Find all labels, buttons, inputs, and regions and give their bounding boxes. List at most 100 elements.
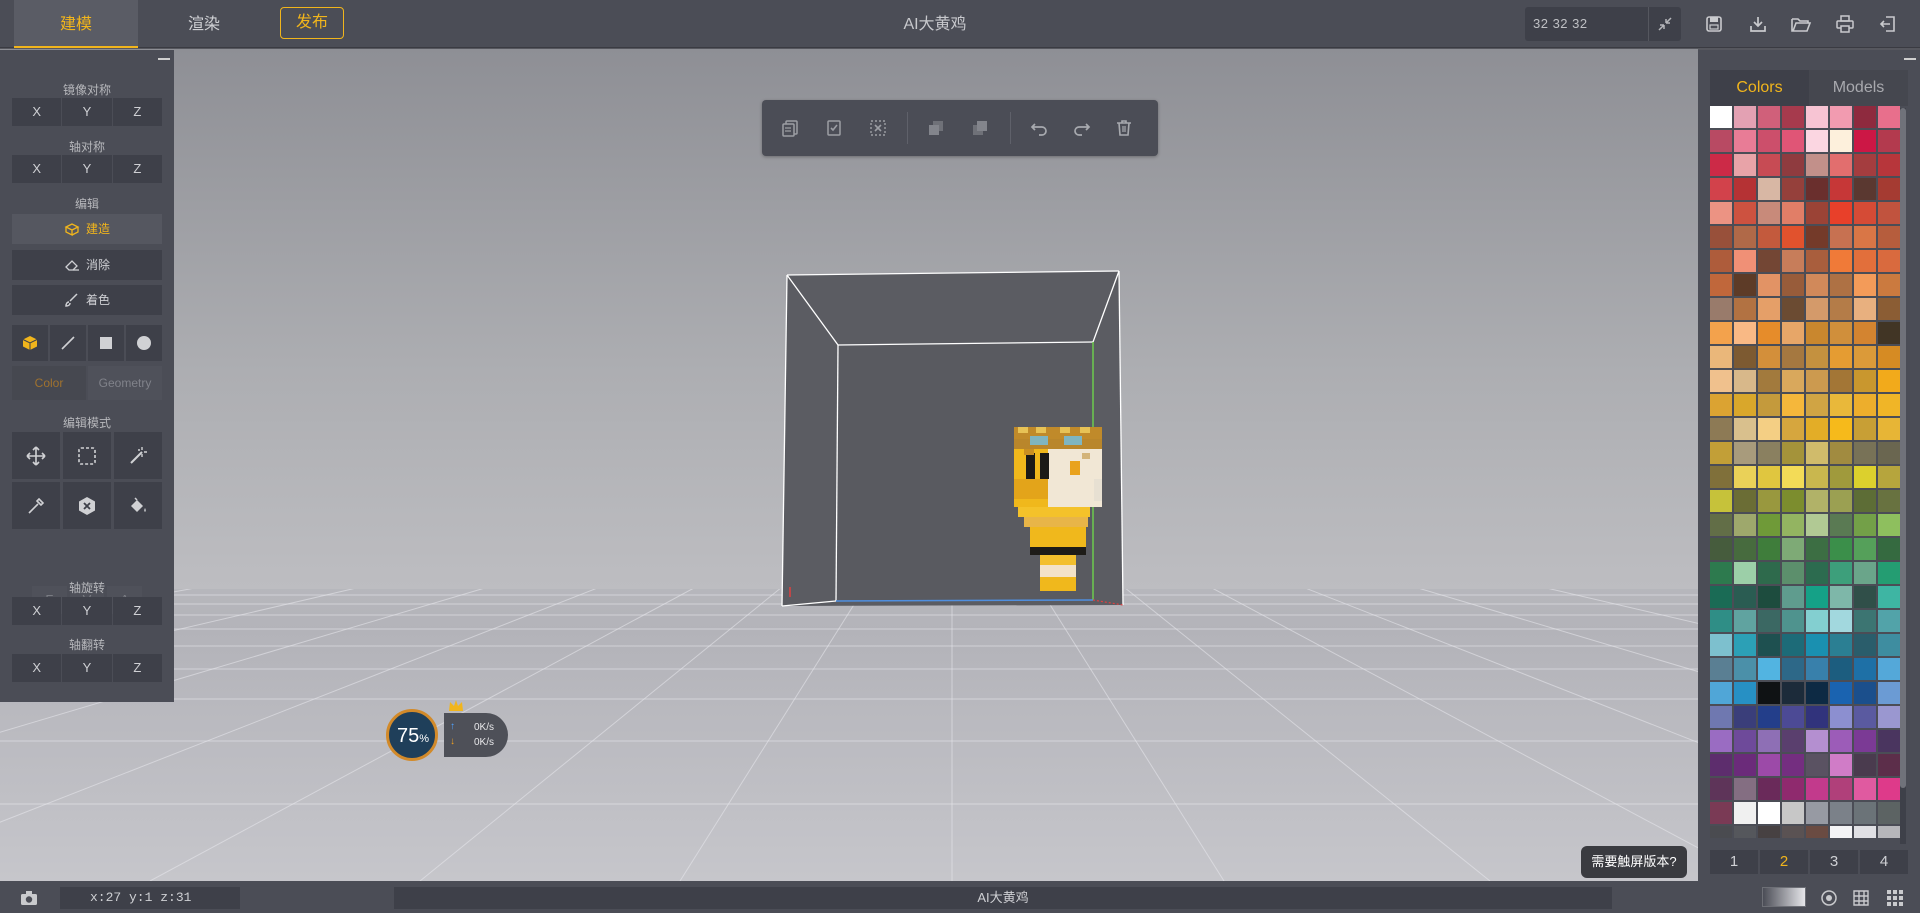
color-swatch[interactable] (1806, 154, 1828, 176)
color-swatch[interactable] (1782, 514, 1804, 536)
color-swatch[interactable] (1830, 826, 1852, 838)
color-swatch[interactable] (1806, 682, 1828, 704)
color-swatch[interactable] (1782, 826, 1804, 838)
axis-sym-x-button[interactable]: X (12, 155, 62, 183)
color-swatch[interactable] (1710, 682, 1732, 704)
color-swatch[interactable] (1734, 442, 1756, 464)
clear-selection-button[interactable] (866, 116, 890, 140)
color-swatch[interactable] (1758, 274, 1780, 296)
tab-colors[interactable]: Colors (1710, 70, 1809, 106)
grid-toggle-button[interactable] (1850, 887, 1872, 909)
color-swatch[interactable] (1806, 466, 1828, 488)
color-swatch[interactable] (1758, 154, 1780, 176)
color-swatch[interactable] (1710, 178, 1732, 200)
color-swatch[interactable] (1734, 778, 1756, 800)
color-swatch[interactable] (1734, 490, 1756, 512)
color-swatch[interactable] (1734, 154, 1756, 176)
color-swatch[interactable] (1758, 466, 1780, 488)
color-swatch[interactable] (1878, 730, 1900, 752)
color-swatch[interactable] (1710, 394, 1732, 416)
erase-button[interactable]: 消除 (12, 250, 162, 280)
color-swatch[interactable] (1710, 610, 1732, 632)
color-swatch[interactable] (1758, 322, 1780, 344)
panel-collapse-icon[interactable] (1904, 58, 1916, 60)
color-swatch[interactable] (1710, 418, 1732, 440)
color-swatch[interactable] (1878, 538, 1900, 560)
color-swatch[interactable] (1710, 778, 1732, 800)
color-swatch[interactable] (1758, 418, 1780, 440)
color-swatch[interactable] (1830, 298, 1852, 320)
color-swatch[interactable] (1758, 394, 1780, 416)
exit-button[interactable] (1876, 12, 1900, 36)
color-swatch[interactable] (1734, 634, 1756, 656)
download-button[interactable] (1746, 12, 1770, 36)
palette-page-2[interactable]: 2 (1760, 850, 1808, 874)
color-swatch[interactable] (1806, 634, 1828, 656)
resize-grid-button[interactable] (1648, 7, 1681, 41)
color-swatch[interactable] (1878, 346, 1900, 368)
color-swatch[interactable] (1806, 514, 1828, 536)
color-swatch[interactable] (1878, 514, 1900, 536)
color-swatch[interactable] (1710, 658, 1732, 680)
color-swatch[interactable] (1830, 658, 1852, 680)
color-swatch[interactable] (1830, 106, 1852, 128)
touch-version-prompt[interactable]: 需要触屏版本? (1581, 846, 1687, 878)
move-tool-button[interactable] (12, 432, 60, 479)
color-swatch[interactable] (1830, 466, 1852, 488)
rotate-x-button[interactable]: X (12, 597, 62, 625)
network-speed-widget[interactable]: 75% ↑ 0K/s ↓ 0K/s (386, 699, 508, 761)
line-tool-button[interactable] (50, 325, 86, 361)
color-swatch[interactable] (1878, 562, 1900, 584)
color-swatch[interactable] (1782, 706, 1804, 728)
color-swatch[interactable] (1878, 298, 1900, 320)
eyedropper-button[interactable] (12, 482, 60, 529)
color-swatch[interactable] (1782, 130, 1804, 152)
merge-button[interactable] (924, 116, 948, 140)
color-swatch[interactable] (1830, 730, 1852, 752)
rotate-z-button[interactable]: Z (112, 597, 162, 625)
color-swatch[interactable] (1710, 514, 1732, 536)
color-swatch[interactable] (1806, 250, 1828, 272)
tab-render[interactable]: 渲染 (142, 0, 266, 48)
color-swatch[interactable] (1710, 370, 1732, 392)
color-swatch[interactable] (1758, 706, 1780, 728)
color-swatch[interactable] (1758, 370, 1780, 392)
color-swatch[interactable] (1758, 346, 1780, 368)
color-swatch[interactable] (1734, 394, 1756, 416)
color-swatch[interactable] (1830, 706, 1852, 728)
color-swatch[interactable] (1830, 514, 1852, 536)
palette-scrollbar-thumb[interactable] (1900, 108, 1906, 788)
color-swatch[interactable] (1854, 802, 1876, 824)
color-swatch[interactable] (1710, 154, 1732, 176)
paint-button[interactable]: 着色 (12, 285, 162, 315)
color-swatch[interactable] (1878, 226, 1900, 248)
color-swatch[interactable] (1806, 706, 1828, 728)
color-swatch[interactable] (1854, 202, 1876, 224)
color-swatch[interactable] (1734, 370, 1756, 392)
color-swatch[interactable] (1758, 490, 1780, 512)
color-swatch[interactable] (1710, 346, 1732, 368)
color-swatch[interactable] (1878, 826, 1900, 838)
color-swatch[interactable] (1806, 178, 1828, 200)
color-swatch[interactable] (1758, 682, 1780, 704)
color-swatch[interactable] (1710, 538, 1732, 560)
color-swatch[interactable] (1758, 802, 1780, 824)
color-swatch[interactable] (1782, 802, 1804, 824)
axis-sym-y-button[interactable]: Y (62, 155, 112, 183)
color-swatch[interactable] (1830, 346, 1852, 368)
color-swatch[interactable] (1782, 562, 1804, 584)
color-swatch[interactable] (1710, 202, 1732, 224)
color-swatch[interactable] (1806, 538, 1828, 560)
color-swatch[interactable] (1710, 562, 1732, 584)
color-swatch[interactable] (1854, 778, 1876, 800)
color-swatch[interactable] (1758, 778, 1780, 800)
3d-viewport[interactable]: 75% ↑ 0K/s ↓ 0K/s 需要触屏版本? (0, 49, 1698, 881)
color-swatch[interactable] (1878, 490, 1900, 512)
delete-button[interactable] (1112, 116, 1136, 140)
color-swatch[interactable] (1782, 202, 1804, 224)
print-button[interactable] (1833, 12, 1857, 36)
color-swatch[interactable] (1806, 802, 1828, 824)
color-swatch[interactable] (1878, 586, 1900, 608)
color-swatch[interactable] (1806, 202, 1828, 224)
color-swatch[interactable] (1758, 106, 1780, 128)
